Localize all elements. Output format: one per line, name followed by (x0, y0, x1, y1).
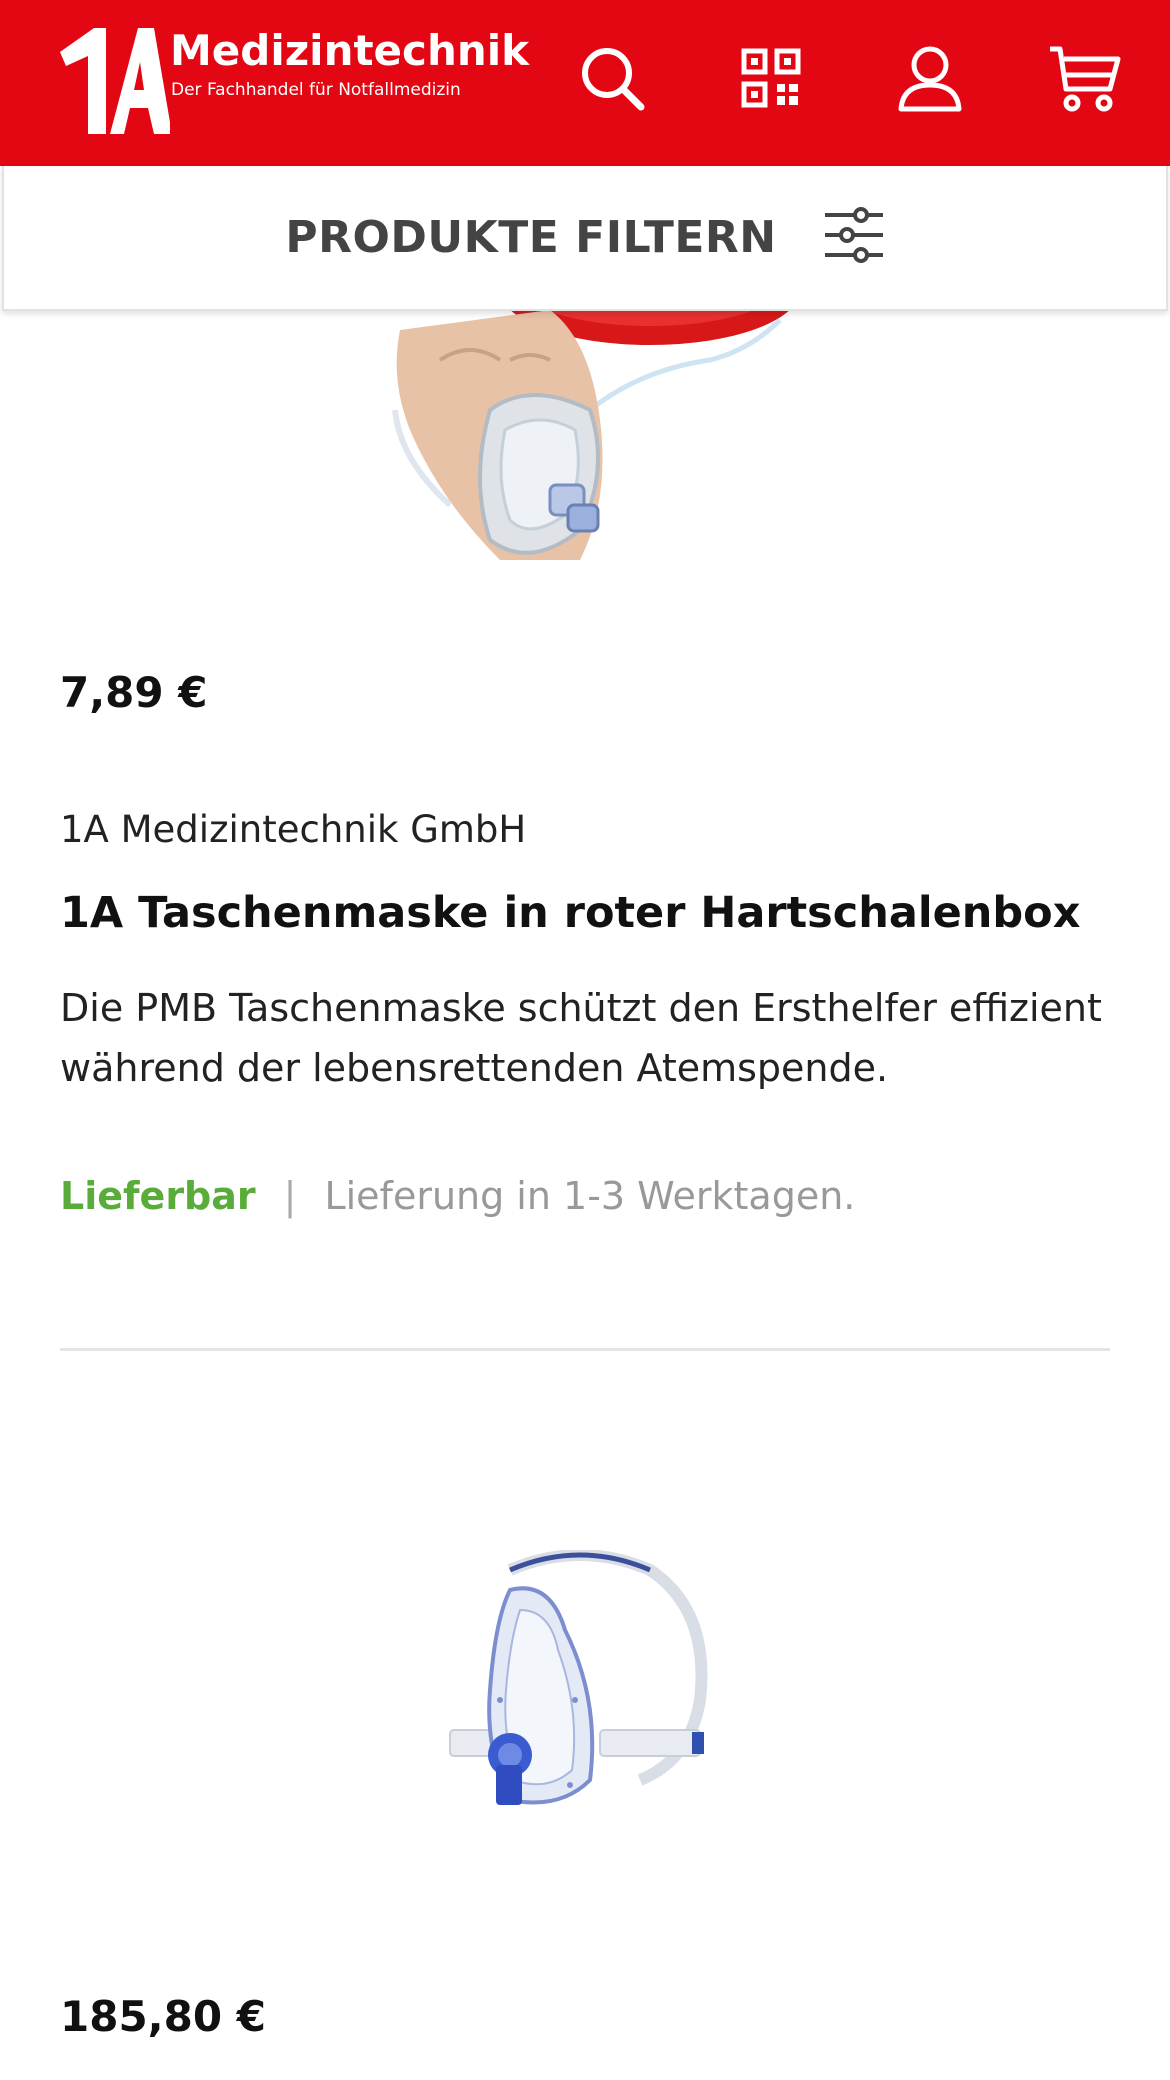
site-header: Medizintechnik Der Fachhandel für Notfal… (0, 0, 1170, 166)
brand-logo[interactable]: Medizintechnik Der Fachhandel für Notfal… (50, 22, 529, 142)
product-list-page: Medizintechnik Der Fachhandel für Notfal… (0, 0, 1170, 2080)
qr-code-icon[interactable] (731, 38, 811, 118)
product-manufacturer: 1A Medizintechnik GmbH (60, 808, 527, 851)
ventilation-mask-image[interactable] (440, 1549, 740, 1830)
product-price: 185,80 € (60, 1992, 266, 2041)
product-title-link[interactable]: 1A Taschenmaske in roter Hartschalenbox (60, 888, 1120, 938)
user-icon[interactable] (890, 38, 970, 118)
availability-separator: | (283, 1174, 297, 1218)
logo-mark-icon (60, 28, 170, 134)
availability-row: Lieferbar | Lieferung in 1-3 Werktagen. (60, 1174, 855, 1218)
product-divider (60, 1348, 1110, 1351)
cart-icon[interactable] (1045, 38, 1125, 118)
pocket-mask-image[interactable] (380, 300, 800, 570)
product-description: Die PMB Taschenmaske schützt den Ersthel… (60, 986, 1102, 1090)
product-price: 7,89 € (60, 668, 208, 717)
filter-products-button[interactable]: PRODUKTE FILTERN (2, 166, 1168, 311)
delivery-time: Lieferung in 1-3 Werktagen. (324, 1174, 856, 1218)
search-icon[interactable] (572, 38, 652, 118)
brand-name: Medizintechnik (170, 26, 530, 75)
brand-tagline: Der Fachhandel für Notfallmedizin (171, 80, 461, 100)
filter-label: PRODUKTE FILTERN (285, 212, 777, 263)
sliders-icon (823, 207, 885, 268)
availability-status: Lieferbar (60, 1174, 256, 1218)
